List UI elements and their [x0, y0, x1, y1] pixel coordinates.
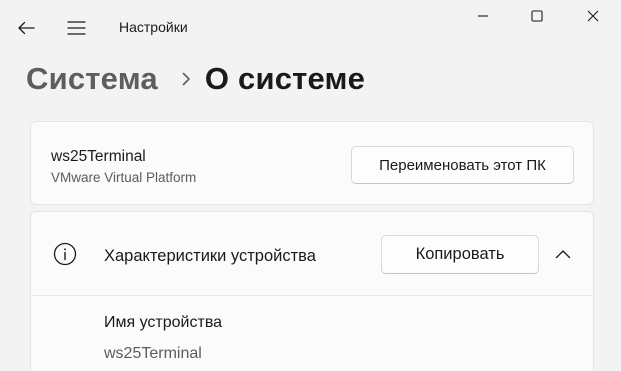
hamburger-menu-icon — [67, 21, 85, 35]
breadcrumb-parent-system[interactable]: Система — [26, 61, 158, 97]
page-title: О системе — [204, 61, 366, 96]
info-icon — [53, 242, 77, 266]
collapse-button[interactable] — [549, 242, 577, 266]
back-arrow-icon — [18, 21, 35, 35]
close-icon — [587, 10, 599, 22]
spec-value-device-name: ws25Terminal — [104, 345, 202, 362]
app-title: Настройки — [119, 19, 188, 35]
spec-label-device-name: Имя устройства — [104, 314, 223, 331]
device-specifications-header[interactable]: Характеристики устройства Копировать — [31, 212, 593, 296]
device-card: ws25Terminal VMware Virtual Platform Пер… — [30, 121, 594, 205]
copy-button[interactable]: Копировать — [381, 235, 539, 274]
device-model: VMware Virtual Platform — [51, 170, 197, 185]
rename-pc-button[interactable]: Переименовать этот ПК — [351, 146, 574, 184]
device-name: ws25Terminal — [51, 148, 146, 165]
maximize-icon — [531, 10, 543, 22]
navigation-menu-button[interactable] — [60, 14, 92, 42]
maximize-button[interactable] — [514, 0, 560, 32]
minimize-button[interactable] — [460, 0, 506, 32]
close-button[interactable] — [570, 0, 616, 32]
settings-window: Настройки Система О системе ws25Terminal — [0, 0, 621, 371]
chevron-right-icon — [182, 72, 191, 86]
breadcrumb: Система О системе — [26, 56, 365, 102]
back-button[interactable] — [10, 14, 42, 42]
device-specifications-title: Характеристики устройства — [104, 247, 316, 265]
device-specifications-card: Характеристики устройства Копировать Имя… — [30, 211, 594, 371]
chevron-up-icon — [555, 250, 571, 259]
title-bar: Настройки — [0, 0, 621, 56]
minimize-icon — [478, 15, 488, 17]
